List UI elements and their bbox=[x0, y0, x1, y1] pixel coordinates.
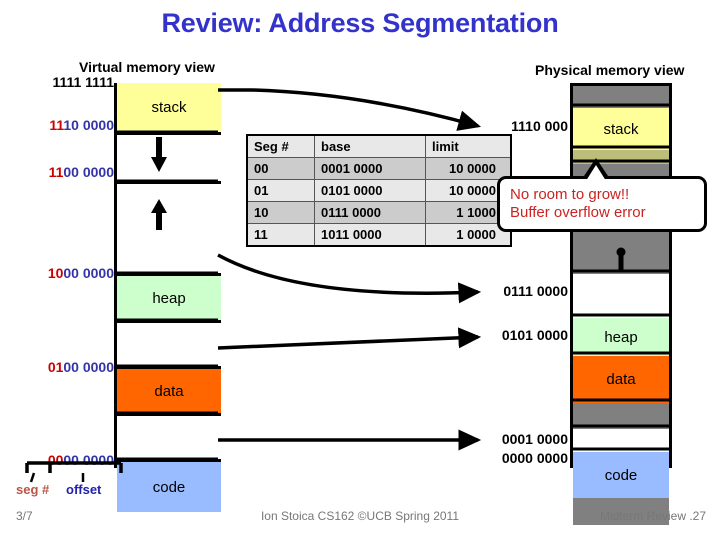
physical-block-white bbox=[573, 274, 669, 318]
physical-address-text: 0000 0000 bbox=[501, 450, 568, 466]
table-header-row: Seg # base limit bbox=[246, 134, 512, 158]
cell-seg: 10 bbox=[246, 201, 315, 224]
address-full-text: 1111 1111 bbox=[52, 74, 114, 90]
physical-address-text: 0111 0000 bbox=[503, 283, 568, 299]
connector-heap bbox=[217, 253, 482, 304]
virtual-address-label: 1111 1111 bbox=[28, 74, 114, 90]
connector-stack bbox=[218, 88, 482, 131]
physical-block-white bbox=[573, 429, 669, 452]
physical-block-label: heap bbox=[604, 328, 638, 346]
virtual-block-stack: stack bbox=[117, 83, 221, 135]
cell-base: 0001 0000 bbox=[314, 157, 426, 180]
virtual-block-label: data bbox=[154, 382, 184, 400]
virtual-block-label: code bbox=[152, 478, 186, 496]
address-seg-bits: 00 bbox=[47, 452, 64, 468]
physical-block-code: code bbox=[573, 452, 669, 498]
virtual-block-empty bbox=[117, 135, 221, 184]
physical-block-heap: heap bbox=[573, 318, 669, 356]
cell-seg: 01 bbox=[246, 179, 315, 202]
physical-address-text: 0101 0000 bbox=[501, 327, 568, 343]
cell-seg: 00 bbox=[246, 157, 315, 180]
virtual-address-label: 1000 0000 bbox=[28, 265, 114, 281]
virtual-block-empty bbox=[117, 323, 221, 369]
physical-address-text: 1110 000 bbox=[511, 118, 568, 134]
column-header-seg: Seg # bbox=[246, 134, 315, 158]
column-header-limit: limit bbox=[425, 134, 512, 158]
address-offset-bits: 10 0000 bbox=[63, 117, 114, 133]
physical-block-label: code bbox=[604, 466, 638, 484]
physical-block-label: data bbox=[606, 371, 636, 388]
virtual-block-code: code bbox=[117, 462, 221, 512]
physical-block-label: stack bbox=[603, 120, 639, 138]
physical-block-gray bbox=[573, 86, 669, 108]
virtual-memory-caption: Virtual memory view bbox=[79, 59, 215, 75]
physical-block-stack: stack bbox=[573, 108, 669, 150]
address-seg-bits: 01 bbox=[47, 359, 64, 375]
virtual-address-label: 0000 0000 bbox=[28, 452, 114, 468]
physical-address-label: 0000 0000 bbox=[484, 450, 568, 466]
physical-block-gray bbox=[573, 403, 669, 429]
address-offset-bits: 00 0000 bbox=[63, 452, 114, 468]
address-offset-bits: 00 0000 bbox=[63, 265, 114, 281]
table-row: 00 0001 0000 10 0000 bbox=[246, 157, 512, 180]
virtual-block-empty bbox=[117, 184, 221, 276]
physical-memory-caption: Physical memory view bbox=[535, 62, 685, 78]
connector-data bbox=[217, 327, 482, 350]
virtual-block-empty bbox=[117, 416, 221, 462]
footer-deck-label: Midterm Review .27 bbox=[599, 509, 706, 523]
address-seg-bits: 11 bbox=[48, 164, 64, 180]
segment-table: Seg # base limit 00 0001 0000 10 0000 01… bbox=[246, 134, 512, 247]
table-row: 11 1011 0000 1 0000 bbox=[246, 223, 512, 247]
legend-offset: offset bbox=[66, 482, 102, 497]
table-row: 01 0101 0000 10 0000 bbox=[246, 179, 512, 202]
address-seg-bits: 11 bbox=[49, 117, 64, 133]
physical-block-data: data bbox=[573, 356, 669, 403]
virtual-memory-column: stack heap data code bbox=[114, 83, 221, 512]
cell-seg: 11 bbox=[246, 223, 315, 247]
physical-address-label: 0101 0000 bbox=[484, 327, 568, 343]
address-seg-bits: 10 bbox=[47, 265, 64, 281]
physical-address-label: 0001 0000 bbox=[484, 431, 568, 447]
cell-base: 0111 0000 bbox=[314, 201, 426, 224]
page-title: Review: Address Segmentation bbox=[161, 8, 559, 38]
physical-address-label: 0111 0000 bbox=[484, 283, 568, 299]
cell-limit: 10 0000 bbox=[425, 157, 512, 180]
cell-base: 1011 0000 bbox=[314, 223, 426, 247]
buffer-overflow-callout: No room to grow!! Buffer overflow error bbox=[497, 176, 707, 232]
virtual-address-label: 0100 0000 bbox=[28, 359, 114, 375]
virtual-block-data: data bbox=[117, 369, 221, 416]
virtual-block-label: stack bbox=[151, 99, 187, 116]
callout-line-2: Buffer overflow error bbox=[510, 204, 646, 221]
callout-line-1: No room to grow!! bbox=[510, 186, 630, 204]
legend-seg-number: seg # bbox=[16, 482, 50, 497]
table-row: 10 0111 0000 1 1000 bbox=[246, 201, 512, 224]
column-header-base: base bbox=[314, 134, 426, 158]
virtual-block-heap: heap bbox=[117, 276, 221, 323]
address-offset-bits: 00 0000 bbox=[63, 164, 114, 180]
cell-base: 0101 0000 bbox=[314, 179, 426, 202]
physical-memory-column: stack heap data code bbox=[570, 83, 672, 525]
virtual-block-label: heap bbox=[152, 289, 186, 307]
physical-address-label: 1110 000 bbox=[492, 118, 568, 134]
callout-tail-fill bbox=[584, 165, 608, 184]
address-offset-bits: 00 0000 bbox=[63, 359, 114, 375]
physical-address-text: 0001 0000 bbox=[501, 431, 568, 447]
virtual-address-label: 1100 0000 bbox=[28, 164, 114, 180]
virtual-address-label: 1110 0000 bbox=[28, 117, 114, 133]
